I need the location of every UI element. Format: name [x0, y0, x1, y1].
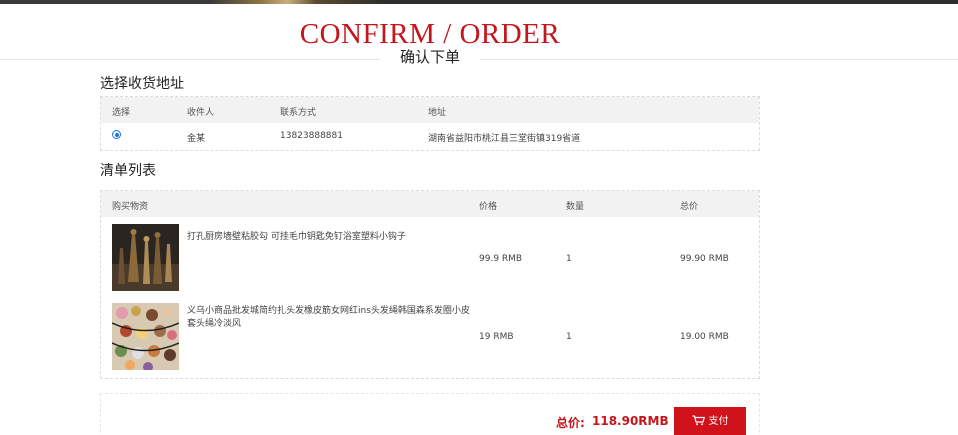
- address-table-header: 选择 收件人 联系方式 地址: [101, 97, 759, 123]
- product-qty: 1: [566, 332, 572, 342]
- col-item: 购买物资: [112, 202, 149, 212]
- order-row: 义乌小商品批发城简约扎头发橡皮筋女网红ins头发绳韩国森系发圈小皮套头绳冷淡风 …: [101, 297, 759, 378]
- col-qty: 数量: [566, 202, 585, 212]
- total-label: 总价:: [556, 416, 585, 430]
- order-table: 购买物资 价格 数量 总价 打孔厨房墙壁粘胶勾 可挂毛巾钥匙免钉浴室塑料小钩子 …: [100, 190, 760, 379]
- address-row[interactable]: 金某 13823888881 湖南省益阳市桃江县三堂街镇319省道: [101, 123, 759, 151]
- pay-button-label: 支付: [708, 416, 729, 427]
- recipient-address: 湖南省益阳市桃江县三堂街镇319省道: [428, 134, 581, 144]
- product-thumbnail[interactable]: [112, 303, 179, 370]
- address-section-title: 选择收货地址: [100, 76, 184, 92]
- pay-button[interactable]: 支付: [674, 407, 746, 435]
- col-total: 总价: [680, 202, 699, 212]
- product-qty: 1: [566, 254, 572, 264]
- col-recipient: 收件人: [187, 108, 215, 118]
- order-row: 打孔厨房墙壁粘胶勾 可挂毛巾钥匙免钉浴室塑料小钩子 99.9 RMB 1 99.…: [101, 217, 759, 297]
- order-summary: 总价: 118.90RMB 支付: [100, 393, 760, 435]
- product-total: 19.00 RMB: [680, 332, 729, 342]
- col-select: 选择: [112, 108, 131, 118]
- product-total: 99.90 RMB: [680, 254, 729, 264]
- total-value: 118.90RMB: [592, 414, 669, 428]
- cart-icon: [692, 414, 705, 425]
- col-address: 地址: [428, 108, 447, 118]
- recipient-phone: 13823888881: [280, 131, 343, 141]
- product-price: 19 RMB: [479, 332, 514, 342]
- product-name[interactable]: 义乌小商品批发城简约扎头发橡皮筋女网红ins头发绳韩国森系发圈小皮套头绳冷淡风: [187, 305, 472, 331]
- recipient-name: 金某: [187, 134, 206, 144]
- page-title-cn-wrap: 确认下单: [380, 46, 480, 68]
- order-table-header: 购买物资 价格 数量 总价: [101, 191, 759, 217]
- col-phone: 联系方式: [280, 108, 317, 118]
- order-section-title: 清单列表: [100, 163, 156, 179]
- product-price: 99.9 RMB: [479, 254, 523, 264]
- address-table: 选择 收件人 联系方式 地址 金某 13823888881 湖南省益阳市桃江县三…: [100, 96, 760, 151]
- address-radio[interactable]: [112, 130, 121, 139]
- product-thumbnail[interactable]: [112, 224, 179, 291]
- product-name[interactable]: 打孔厨房墙壁粘胶勾 可挂毛巾钥匙免钉浴室塑料小钩子: [187, 231, 472, 244]
- col-price: 价格: [479, 202, 498, 212]
- page-title-cn: 确认下单: [399, 48, 460, 66]
